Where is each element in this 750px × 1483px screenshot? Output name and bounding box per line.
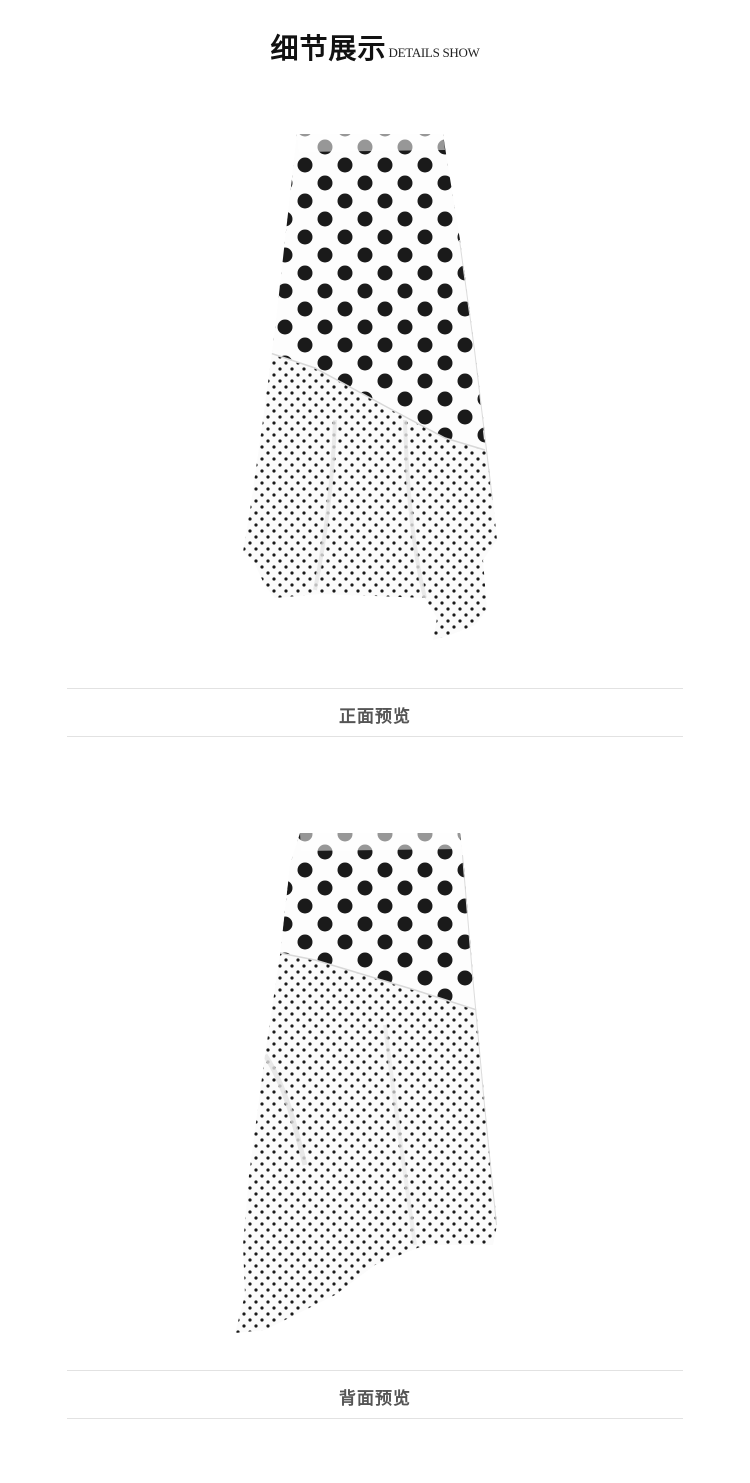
section-title: 细节展示 [270,32,387,65]
front-view-caption: 正面预览 [339,707,411,727]
divider-top-back [67,1370,683,1371]
skirt-back-image [175,825,575,1340]
section-subtitle: DETAILS SHOW [388,45,480,60]
divider-bottom-front [67,736,683,737]
divider-top-front [67,688,683,689]
back-view-caption: 背面预览 [339,1389,411,1409]
skirt-front-image [175,120,575,650]
divider-bottom-back [67,1418,683,1419]
section-header: 细节展示 DETAILS SHOW [0,22,750,66]
